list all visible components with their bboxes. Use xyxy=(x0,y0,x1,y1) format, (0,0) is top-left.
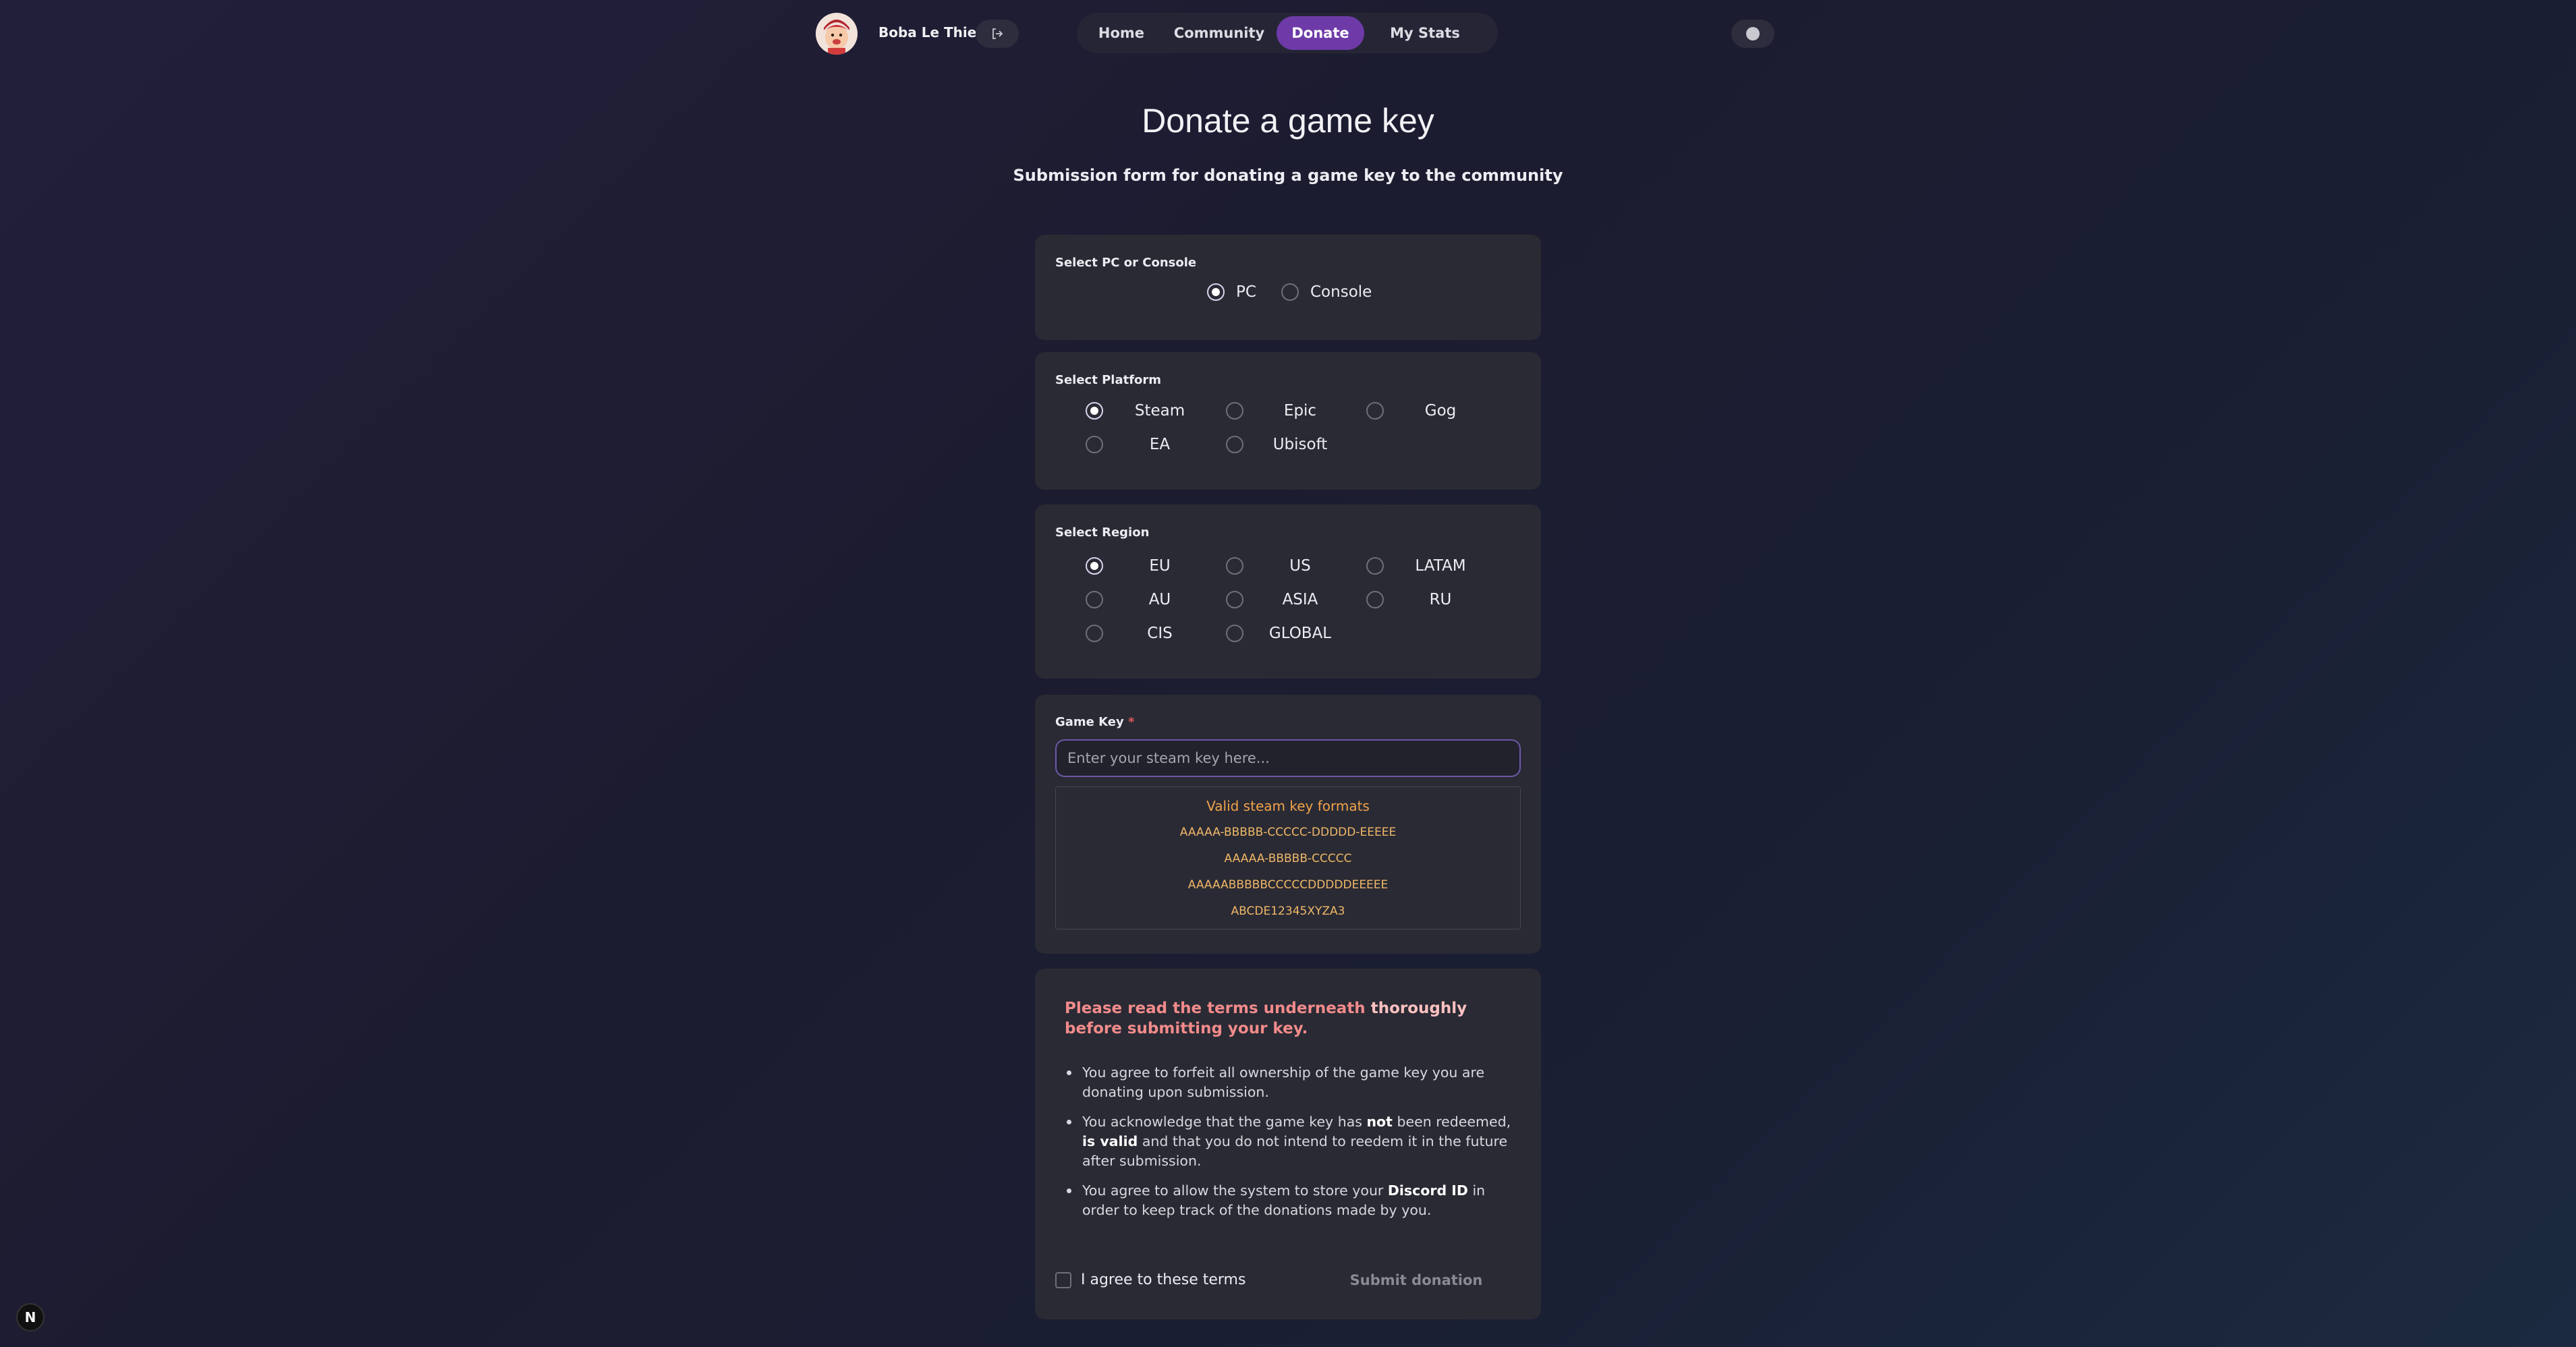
region-option-latam[interactable]: LATAM xyxy=(1366,557,1466,575)
radio-ru-label: RU xyxy=(1429,591,1452,608)
key-formats-box: Valid steam key formats AAAAA-BBBBB-CCCC… xyxy=(1055,786,1521,929)
device-option-console[interactable]: Console xyxy=(1281,283,1372,301)
terms-item-emphasis: is valid xyxy=(1082,1133,1138,1149)
radio-eu[interactable] xyxy=(1086,557,1103,575)
terms-heading-post: before submitting your key. xyxy=(1065,1020,1308,1037)
game-key-label-text: Game Key xyxy=(1055,715,1124,729)
logout-icon xyxy=(992,28,1003,39)
region-option-us[interactable]: US xyxy=(1226,557,1311,575)
platform-option-gog[interactable]: Gog xyxy=(1366,402,1456,420)
radio-ea[interactable] xyxy=(1086,436,1103,453)
key-format-line: AAAAABBBBBCCCCCDDDDDEEEEE xyxy=(1187,878,1389,892)
terms-item-text: You agree to allow the system to store y… xyxy=(1082,1182,1388,1199)
radio-pc[interactable] xyxy=(1207,283,1225,301)
radio-latam-label: LATAM xyxy=(1415,557,1466,575)
radio-cis-label: CIS xyxy=(1147,625,1173,642)
avatar-character-icon xyxy=(816,13,858,55)
radio-gog[interactable] xyxy=(1366,402,1384,420)
terms-item: You agree to forfeit all ownership of th… xyxy=(1065,1063,1514,1102)
region-option-global[interactable]: GLOBAL xyxy=(1226,625,1331,642)
radio-console[interactable] xyxy=(1281,283,1299,301)
terms-item: You acknowledge that the game key has no… xyxy=(1065,1112,1514,1171)
nav-community[interactable]: Community xyxy=(1162,16,1277,50)
platform-option-epic[interactable]: Epic xyxy=(1226,402,1316,420)
terms-item: You agree to allow the system to store y… xyxy=(1065,1181,1514,1220)
game-key-label: Game Key * xyxy=(1055,715,1134,729)
radio-steam[interactable] xyxy=(1086,402,1103,420)
region-option-cis[interactable]: CIS xyxy=(1086,625,1173,642)
theme-toggle-knob xyxy=(1746,27,1760,40)
terms-heading-pre: Please read the terms underneath xyxy=(1065,1000,1371,1017)
terms-item-emphasis: not xyxy=(1366,1114,1393,1130)
radio-asia-label: ASIA xyxy=(1282,591,1318,608)
terms-item-emphasis: Discord ID xyxy=(1387,1182,1468,1199)
radio-steam-label: Steam xyxy=(1134,402,1185,420)
nav-donate[interactable]: Donate xyxy=(1277,16,1364,50)
required-mark: * xyxy=(1128,715,1135,729)
radio-us[interactable] xyxy=(1226,557,1243,575)
terms-item-text: and that you do not intend to reedem it … xyxy=(1082,1133,1508,1169)
terms-list: You agree to forfeit all ownership of th… xyxy=(1065,1063,1514,1230)
user-name: Boba Le Thief xyxy=(878,24,983,40)
radio-console-label: Console xyxy=(1310,283,1372,301)
radio-ubisoft-label: Ubisoft xyxy=(1272,436,1328,453)
radio-au[interactable] xyxy=(1086,591,1103,608)
radio-eu-label: EU xyxy=(1149,557,1171,575)
agree-terms-label[interactable]: I agree to these terms xyxy=(1081,1271,1245,1288)
radio-cis[interactable] xyxy=(1086,625,1103,642)
terms-item-text: been redeemed, xyxy=(1392,1114,1511,1130)
platform-option-steam[interactable]: Steam xyxy=(1086,402,1185,420)
platform-option-ea[interactable]: EA xyxy=(1086,436,1170,453)
user-avatar[interactable] xyxy=(816,13,858,55)
radio-ea-label: EA xyxy=(1149,436,1171,453)
platform-label: Select Platform xyxy=(1055,373,1162,387)
page-title: Donate a game key xyxy=(1142,102,1434,140)
theme-toggle[interactable] xyxy=(1731,20,1774,48)
game-key-input[interactable] xyxy=(1055,739,1521,777)
platform-option-ubisoft[interactable]: Ubisoft xyxy=(1226,436,1327,453)
agree-terms-checkbox[interactable] xyxy=(1055,1272,1071,1288)
region-option-eu[interactable]: EU xyxy=(1086,557,1171,575)
device-card: Select PC or Console PC Console xyxy=(1035,235,1541,340)
radio-us-label: US xyxy=(1289,557,1311,575)
device-option-pc[interactable]: PC xyxy=(1207,283,1256,301)
region-option-asia[interactable]: ASIA xyxy=(1226,591,1318,608)
radio-global-label: GLOBAL xyxy=(1268,625,1332,642)
terms-heading: Please read the terms underneath thoroug… xyxy=(1065,998,1496,1039)
radio-gog-label: Gog xyxy=(1424,402,1457,420)
main-nav: Home Community Donate My Stats xyxy=(1077,13,1498,53)
platform-card: Select Platform Steam Epic Gog EA Ubisof… xyxy=(1035,352,1541,490)
key-format-line: AAAAA-BBBBB-CCCCC-DDDDD-EEEEE xyxy=(1179,826,1397,839)
key-format-line: AAAAA-BBBBB-CCCCC xyxy=(1224,852,1352,865)
terms-heading-strong: thoroughly xyxy=(1370,1000,1467,1017)
nav-home[interactable]: Home xyxy=(1081,16,1162,50)
radio-pc-label: PC xyxy=(1236,283,1256,301)
radio-epic-label: Epic xyxy=(1283,402,1317,420)
terms-item-text: You agree to forfeit all ownership of th… xyxy=(1082,1064,1485,1100)
key-formats-title: Valid steam key formats xyxy=(1206,798,1370,814)
radio-asia[interactable] xyxy=(1226,591,1243,608)
region-label: Select Region xyxy=(1055,525,1150,540)
radio-ubisoft[interactable] xyxy=(1226,436,1243,453)
logout-button[interactable] xyxy=(976,20,1019,48)
dev-tools-badge[interactable]: N xyxy=(16,1303,45,1331)
device-label: Select PC or Console xyxy=(1055,256,1197,270)
nav-my-stats[interactable]: My Stats xyxy=(1364,16,1486,50)
radio-au-label: AU xyxy=(1148,591,1171,608)
game-key-card: Game Key * Valid steam key formats AAAAA… xyxy=(1035,695,1541,954)
top-bar: Boba Le Thief Home Community Donate My S… xyxy=(0,0,2576,66)
region-card: Select Region EU US LATAM AU ASIA RU CIS… xyxy=(1035,505,1541,679)
page-subtitle: Submission form for donating a game key … xyxy=(1013,166,1563,185)
submit-donation-button[interactable]: Submit donation xyxy=(1325,1265,1507,1295)
region-option-au[interactable]: AU xyxy=(1086,591,1171,608)
region-option-ru[interactable]: RU xyxy=(1366,591,1451,608)
radio-latam[interactable] xyxy=(1366,557,1384,575)
radio-epic[interactable] xyxy=(1226,402,1243,420)
key-format-line: ABCDE12345XYZA3 xyxy=(1231,905,1345,918)
terms-card: Please read the terms underneath thoroug… xyxy=(1035,969,1541,1319)
radio-global[interactable] xyxy=(1226,625,1243,642)
radio-ru[interactable] xyxy=(1366,591,1384,608)
terms-item-text: You acknowledge that the game key has xyxy=(1082,1114,1367,1130)
